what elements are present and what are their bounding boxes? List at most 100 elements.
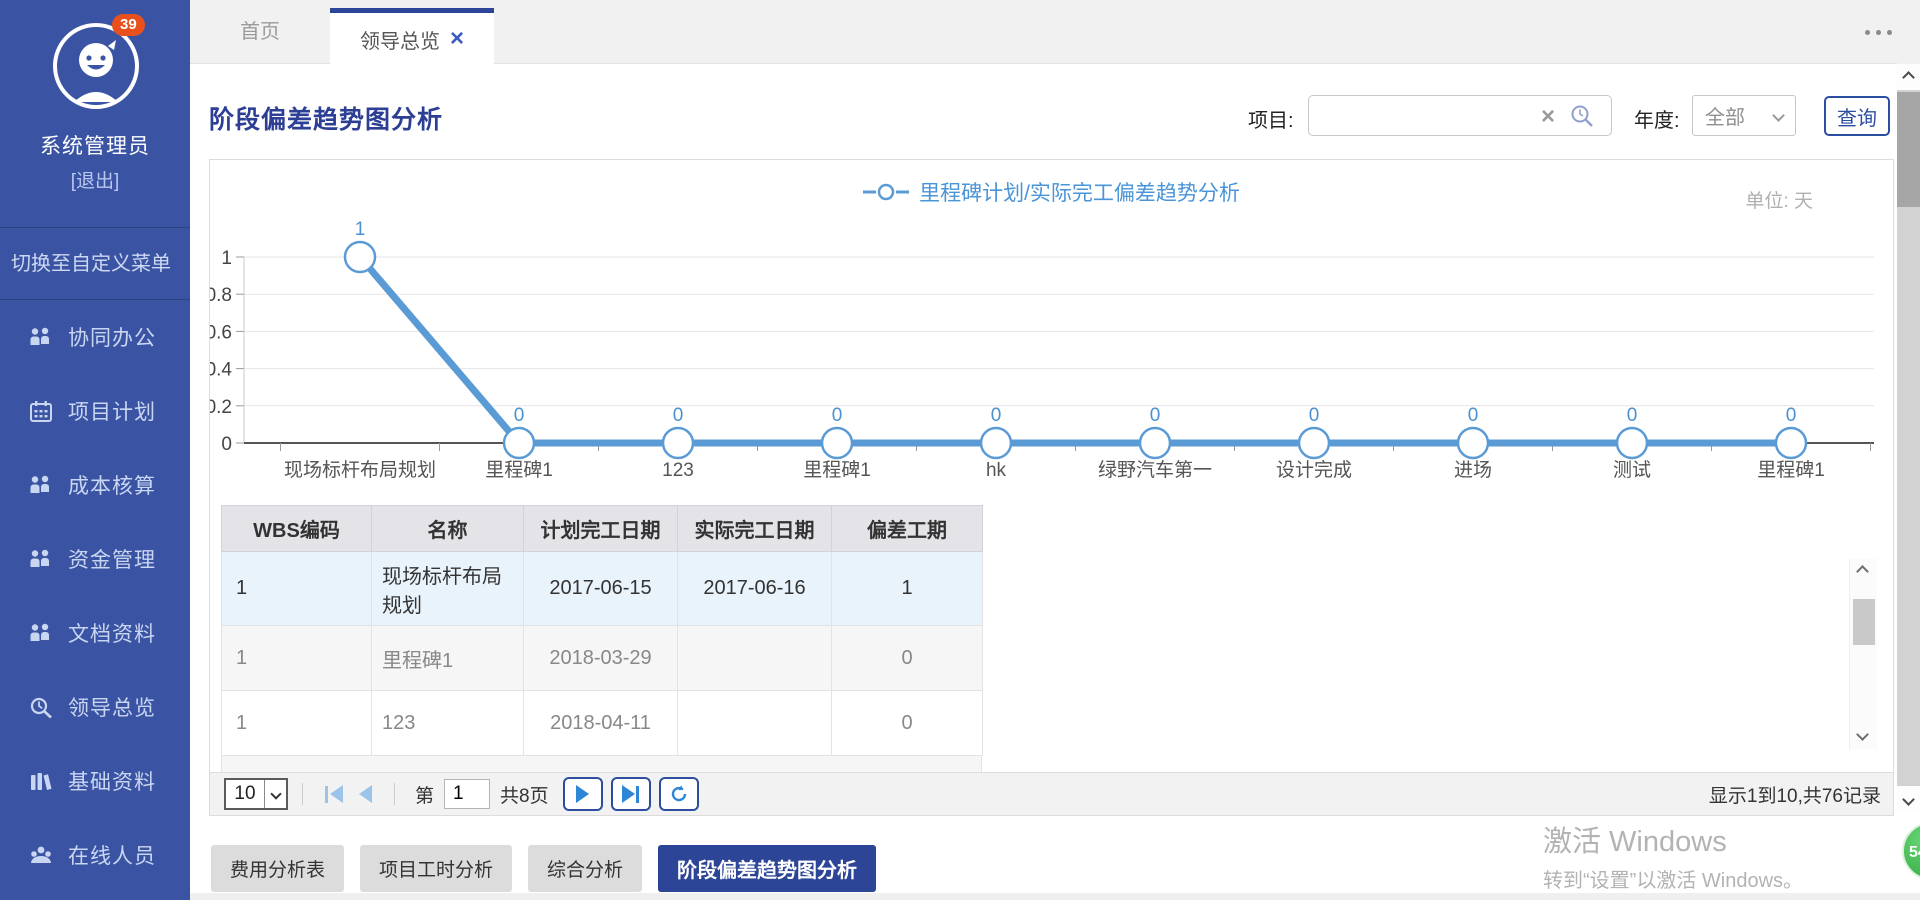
main-scrollbar[interactable] — [1897, 64, 1920, 812]
bottom-tab-3[interactable]: 阶段偏差趋势图分析 — [658, 845, 876, 892]
notification-bubble[interactable]: 54 — [1902, 822, 1920, 880]
table-cell: 现场标杆布局规划 — [372, 552, 524, 626]
data-point-6[interactable] — [1299, 428, 1329, 458]
svg-text:0: 0 — [832, 405, 843, 426]
table-cell: 0 — [832, 626, 983, 691]
data-point-4[interactable] — [981, 428, 1011, 458]
page-size-select[interactable]: 10 — [224, 778, 288, 810]
table-scrollbar[interactable] — [1849, 559, 1877, 749]
bottom-tab-0[interactable]: 费用分析表 — [211, 845, 344, 892]
tab-leader-overview[interactable]: 领导总览 × — [330, 8, 494, 65]
app-window: 39 系统管理员 [退出] 切换至自定义菜单 协同办公项目计划成本核算资金管理文… — [0, 0, 1920, 900]
year-filter-label: 年度: — [1634, 104, 1680, 133]
milestone-deviation-line-chart[interactable]: 10.80.60.40.201现场标杆布局规划0里程碑101230里程碑10hk… — [210, 218, 1893, 508]
svg-text:0: 0 — [991, 405, 1002, 426]
sidebar-item-label: 项目计划 — [68, 396, 156, 426]
data-point-7[interactable] — [1458, 428, 1488, 458]
bottom-tabs: 费用分析表项目工时分析综合分析阶段偏差趋势图分析 — [211, 845, 876, 892]
svg-text:0: 0 — [221, 434, 232, 455]
sidebar-header: 39 系统管理员 [退出] — [0, 0, 190, 228]
clear-input-icon[interactable]: × — [1541, 103, 1555, 131]
data-point-3[interactable] — [822, 428, 852, 458]
scroll-up-icon[interactable] — [1856, 565, 1869, 578]
sidebar-menu: 协同办公项目计划成本核算资金管理文档资料领导总览基础资料在线人员 — [0, 300, 190, 892]
data-point-0[interactable] — [345, 242, 375, 272]
sidebar-item-label: 成本核算 — [68, 470, 156, 500]
sidebar-item-6[interactable]: 基础资料 — [0, 744, 190, 818]
table-cell: 123 — [372, 691, 524, 756]
page-number-input[interactable] — [444, 779, 490, 809]
magnifier-icon[interactable] — [1569, 103, 1595, 129]
svg-text:设计完成: 设计完成 — [1276, 459, 1352, 481]
table-row[interactable]: 1里程碑12018-03-290 — [222, 626, 983, 691]
ellipsis-icon[interactable] — [1865, 30, 1892, 35]
column-header: 计划完工日期 — [524, 506, 678, 552]
sidebar-item-4[interactable]: 文档资料 — [0, 596, 190, 670]
sidebar-item-label: 在线人员 — [68, 840, 156, 870]
page-title: 阶段偏差趋势图分析 — [209, 100, 443, 136]
refresh-icon[interactable] — [659, 777, 699, 811]
svg-text:现场标杆布局规划: 现场标杆布局规划 — [284, 459, 436, 481]
data-point-9[interactable] — [1776, 428, 1806, 458]
project-search-input[interactable] — [1317, 98, 1537, 133]
sidebar-item-3[interactable]: 资金管理 — [0, 522, 190, 596]
svg-text:里程碑1: 里程碑1 — [1757, 459, 1825, 481]
svg-text:1: 1 — [221, 248, 232, 269]
first-page-icon[interactable] — [325, 785, 343, 803]
sidebar-item-0[interactable]: 协同办公 — [0, 300, 190, 374]
bottom-tab-2[interactable]: 综合分析 — [528, 845, 642, 892]
sidebar-item-7[interactable]: 在线人员 — [0, 818, 190, 892]
sidebar-item-label: 协同办公 — [68, 322, 156, 352]
chart-search-icon — [28, 694, 54, 720]
svg-text:测试: 测试 — [1613, 459, 1651, 481]
column-header: 实际完工日期 — [678, 506, 832, 552]
prev-page-icon[interactable] — [359, 785, 372, 803]
svg-text:0: 0 — [1150, 405, 1161, 426]
select-arrow[interactable] — [264, 780, 286, 808]
record-summary: 显示1到10,共76记录 — [1709, 781, 1893, 808]
close-tab-icon[interactable]: × — [450, 29, 464, 49]
data-point-2[interactable] — [663, 428, 693, 458]
table-cell — [678, 691, 832, 756]
table-row-clipped — [221, 756, 982, 773]
table-row[interactable]: 11232018-04-110 — [222, 691, 983, 756]
table-row[interactable]: 1现场标杆布局规划2017-06-152017-06-161 — [222, 552, 983, 626]
data-point-1[interactable] — [504, 428, 534, 458]
bottom-tab-1[interactable]: 项目工时分析 — [360, 845, 512, 892]
next-page-icon[interactable] — [563, 777, 603, 811]
sidebar-item-2[interactable]: 成本核算 — [0, 448, 190, 522]
logout-link[interactable]: [退出] — [0, 166, 190, 193]
main-scrollbar-thumb[interactable] — [1897, 92, 1920, 207]
divider — [302, 783, 303, 805]
last-page-icon[interactable] — [611, 777, 651, 811]
top-tabbar: 首页 领导总览 × — [190, 0, 1920, 64]
windows-activation-watermark: 激活 Windows 转到“设置”以激活 Windows。 — [1543, 818, 1803, 893]
switch-custom-menu[interactable]: 切换至自定义菜单 — [0, 228, 190, 300]
table-cell: 里程碑1 — [372, 626, 524, 691]
table-scrollbar-thumb[interactable] — [1853, 599, 1875, 645]
sidebar-item-label: 基础资料 — [68, 766, 156, 796]
sidebar: 39 系统管理员 [退出] 切换至自定义菜单 协同办公项目计划成本核算资金管理文… — [0, 0, 190, 900]
project-filter-label: 项目: — [1248, 104, 1294, 133]
data-point-8[interactable] — [1617, 428, 1647, 458]
sidebar-item-5[interactable]: 领导总览 — [0, 670, 190, 744]
analysis-panel: 里程碑计划/实际完工偏差趋势分析 单位: 天 10.80.60.40.201现场… — [209, 159, 1894, 816]
scrollbar-up-button[interactable] — [1897, 64, 1920, 90]
svg-text:0: 0 — [1309, 405, 1320, 426]
chart-legend[interactable]: 里程碑计划/实际完工偏差趋势分析 — [210, 177, 1893, 207]
scrollbar-down-button[interactable] — [1897, 786, 1920, 812]
unit-note: 单位: 天 — [1745, 186, 1813, 213]
svg-text:里程碑1: 里程碑1 — [485, 459, 553, 481]
svg-text:hk: hk — [986, 460, 1007, 481]
sidebar-item-1[interactable]: 项目计划 — [0, 374, 190, 448]
page-prefix-label: 第 — [415, 781, 434, 808]
calendar-icon — [28, 398, 54, 424]
pagination-bar: 10 第 共8页 显示1到10,共76记录 — [210, 772, 1893, 815]
people-icon — [28, 546, 54, 572]
scroll-down-icon[interactable] — [1856, 728, 1869, 741]
tab-home[interactable]: 首页 — [190, 0, 330, 64]
page-size-value: 10 — [226, 783, 264, 805]
year-select[interactable]: 全部 — [1692, 95, 1796, 136]
data-point-5[interactable] — [1140, 428, 1170, 458]
query-button[interactable]: 查询 — [1824, 96, 1890, 136]
